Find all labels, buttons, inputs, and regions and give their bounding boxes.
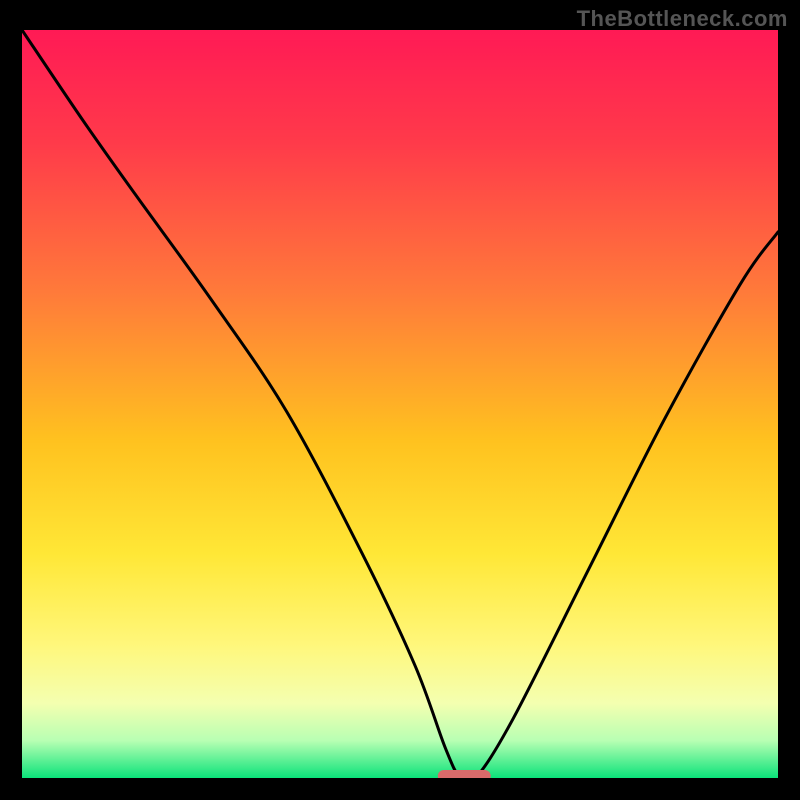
watermark-text: TheBottleneck.com	[577, 6, 788, 32]
minimum-marker	[438, 770, 491, 778]
chart-svg	[22, 30, 778, 778]
plot-area	[22, 30, 778, 778]
chart-frame: TheBottleneck.com	[0, 0, 800, 800]
gradient-background	[22, 30, 778, 778]
